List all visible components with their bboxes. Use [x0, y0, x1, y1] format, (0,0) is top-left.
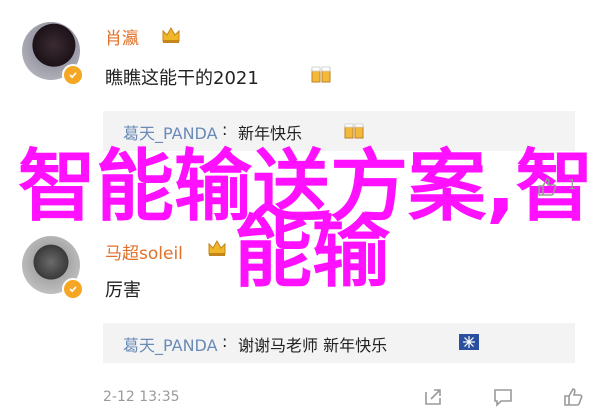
beer-emoji-icon: [311, 66, 331, 83]
comment-username[interactable]: 肖瀛: [105, 24, 139, 49]
thumbs-up-icon[interactable]: [536, 176, 558, 198]
reply-box[interactable]: 葛天_PANDA : 谢谢马老师 新年快乐: [103, 323, 575, 363]
overlay-title-line2: 能输: [234, 208, 391, 298]
reply-username[interactable]: 葛天_PANDA: [123, 120, 218, 144]
reply-separator: :: [222, 332, 228, 351]
share-icon[interactable]: [422, 386, 444, 408]
comment-timestamp: 2-12 13:35: [103, 389, 180, 405]
reply-separator: :: [222, 120, 228, 139]
like-count: 1: [568, 178, 577, 193]
thumbs-up-icon[interactable]: [562, 386, 584, 408]
comment-text: 瞧瞧这能干的2021: [105, 68, 259, 89]
comment-text: 厉害: [105, 280, 141, 301]
verified-icon: [62, 278, 84, 300]
beer-emoji-icon: [344, 123, 364, 139]
reply-text: 新年快乐: [238, 124, 303, 143]
reply-text: 谢谢马老师 新年快乐: [238, 336, 388, 355]
crown-icon: [208, 239, 226, 256]
comment-icon[interactable]: [492, 386, 514, 408]
crown-icon: [162, 26, 180, 43]
comment-username[interactable]: 马超soleil: [105, 239, 183, 264]
verified-icon: [62, 64, 84, 86]
reply-username[interactable]: 葛天_PANDA: [123, 332, 218, 356]
fireworks-emoji-icon: [459, 334, 479, 350]
